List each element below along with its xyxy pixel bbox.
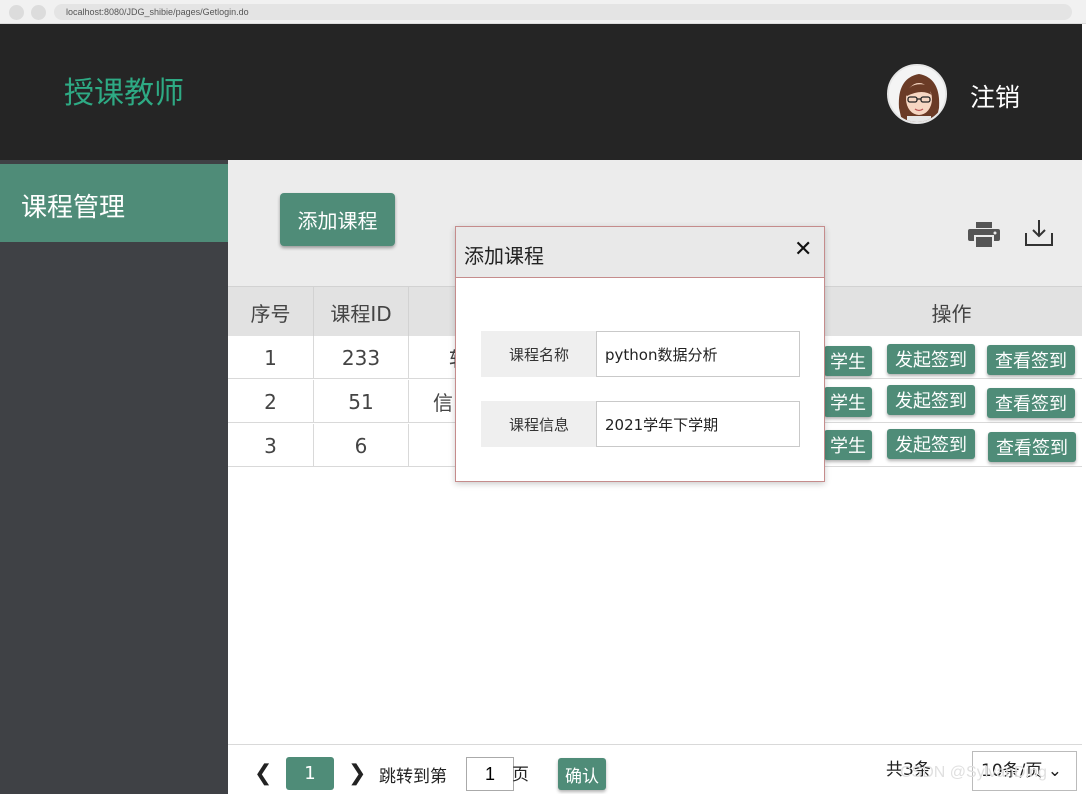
start-signin-button[interactable]: 发起签到 [887, 385, 975, 415]
watermark: CSDN @SylvanDing [900, 764, 1047, 781]
confirm-jump-button[interactable]: 确认 [558, 758, 606, 790]
dialog-header: 添加课程 ✕ [456, 227, 824, 278]
page-title: 授课教师 [64, 76, 184, 111]
window-control[interactable] [31, 5, 46, 20]
students-button[interactable]: 学生 [824, 346, 872, 376]
column-header-course-id: 课程ID [314, 287, 409, 337]
cell-course-id: 6 [314, 424, 409, 467]
course-name-input[interactable] [596, 331, 800, 377]
cell-course-id: 233 [314, 336, 409, 379]
cell-index: 3 [228, 424, 314, 467]
sidebar-item-label: 课程管理 [21, 193, 126, 223]
cell-course-name [409, 424, 449, 467]
avatar[interactable] [887, 64, 947, 124]
cell-index: 1 [228, 336, 314, 379]
next-page-button[interactable]: ❯ [348, 761, 366, 786]
sidebar-item-course-management[interactable]: 课程管理 [0, 164, 228, 242]
students-button[interactable]: 学生 [824, 430, 872, 460]
view-signin-button[interactable]: 查看签到 [988, 432, 1076, 462]
course-name-label: 课程名称 [481, 331, 597, 377]
jump-to-label: 跳转到第 [379, 767, 447, 787]
start-signin-button[interactable]: 发起签到 [887, 429, 975, 459]
avatar-image [889, 66, 945, 122]
print-icon[interactable] [968, 222, 1000, 248]
course-info-input[interactable] [596, 401, 800, 447]
dialog-title: 添加课程 [464, 244, 544, 268]
view-signin-button[interactable]: 查看签到 [987, 345, 1075, 375]
top-header: 授课教师 注销 [0, 24, 1082, 160]
students-button[interactable]: 学生 [824, 387, 872, 417]
logout-button[interactable]: 注销 [970, 78, 1020, 114]
prev-page-button[interactable]: ❮ [254, 761, 272, 786]
window-control[interactable] [9, 5, 24, 20]
page-1-button[interactable]: 1 [286, 757, 334, 790]
column-header-actions: 操作 [931, 301, 972, 326]
cell-course-name: 信 [433, 391, 453, 415]
page-unit-label: 页 [512, 765, 529, 785]
download-icon[interactable] [1024, 219, 1054, 247]
jump-page-input[interactable] [466, 757, 514, 791]
cell-course-id: 51 [314, 380, 409, 423]
browser-bar: localhost:8080/JDG_shibie/pages/Getlogin… [0, 0, 1086, 24]
start-signin-button[interactable]: 发起签到 [887, 344, 975, 374]
sidebar: 课程管理 [0, 160, 228, 794]
close-icon[interactable]: ✕ [794, 237, 812, 262]
cell-index: 2 [228, 380, 314, 423]
view-signin-button[interactable]: 查看签到 [987, 388, 1075, 418]
add-course-dialog: 添加课程 ✕ 课程名称 课程信息 [455, 226, 825, 482]
address-bar[interactable]: localhost:8080/JDG_shibie/pages/Getlogin… [54, 4, 1072, 20]
course-info-label: 课程信息 [481, 401, 597, 447]
column-header-index: 序号 [228, 287, 314, 337]
add-course-button[interactable]: 添加课程 [280, 193, 395, 246]
